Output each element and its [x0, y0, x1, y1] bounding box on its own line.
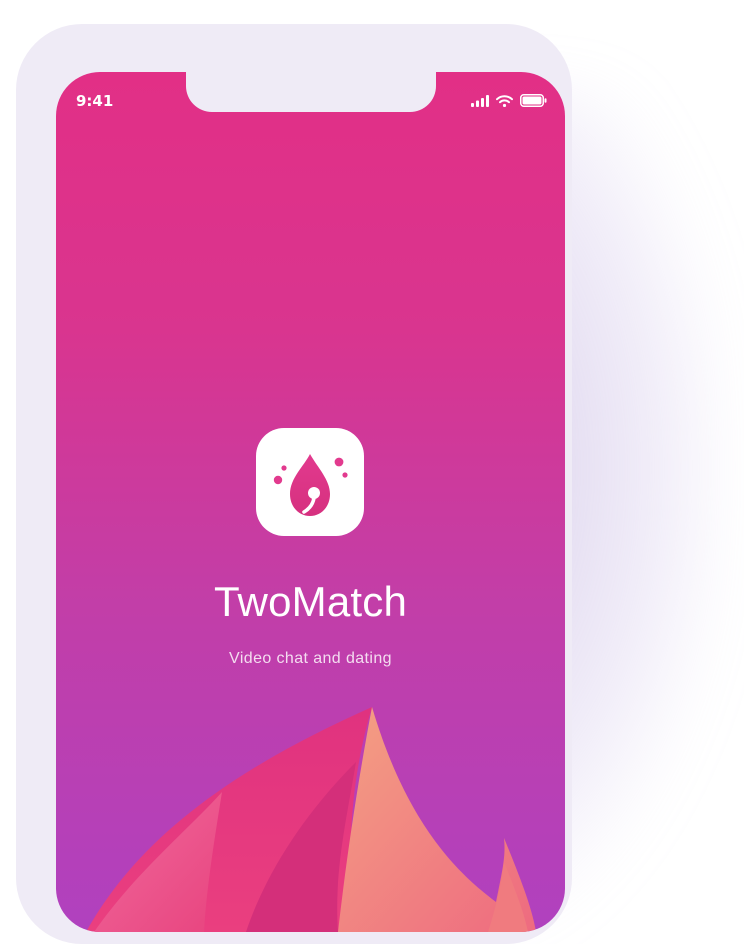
wifi-icon: [496, 94, 513, 112]
phone-frame: 9:41 TwoMatch Video chat and dating: [16, 24, 572, 944]
flame-illustration: [86, 707, 536, 932]
splash-screen: 9:41 TwoMatch Video chat and dating: [56, 72, 565, 932]
app-tagline: Video chat and dating: [229, 650, 392, 667]
app-name: TwoMatch: [214, 578, 407, 625]
status-icons: [471, 94, 547, 112]
signal-icon: [471, 94, 489, 112]
battery-icon: [520, 94, 547, 112]
notch: [186, 72, 436, 112]
status-time: 9:41: [76, 92, 114, 110]
flame-logo-icon: [273, 454, 348, 516]
app-icon: [256, 428, 364, 536]
